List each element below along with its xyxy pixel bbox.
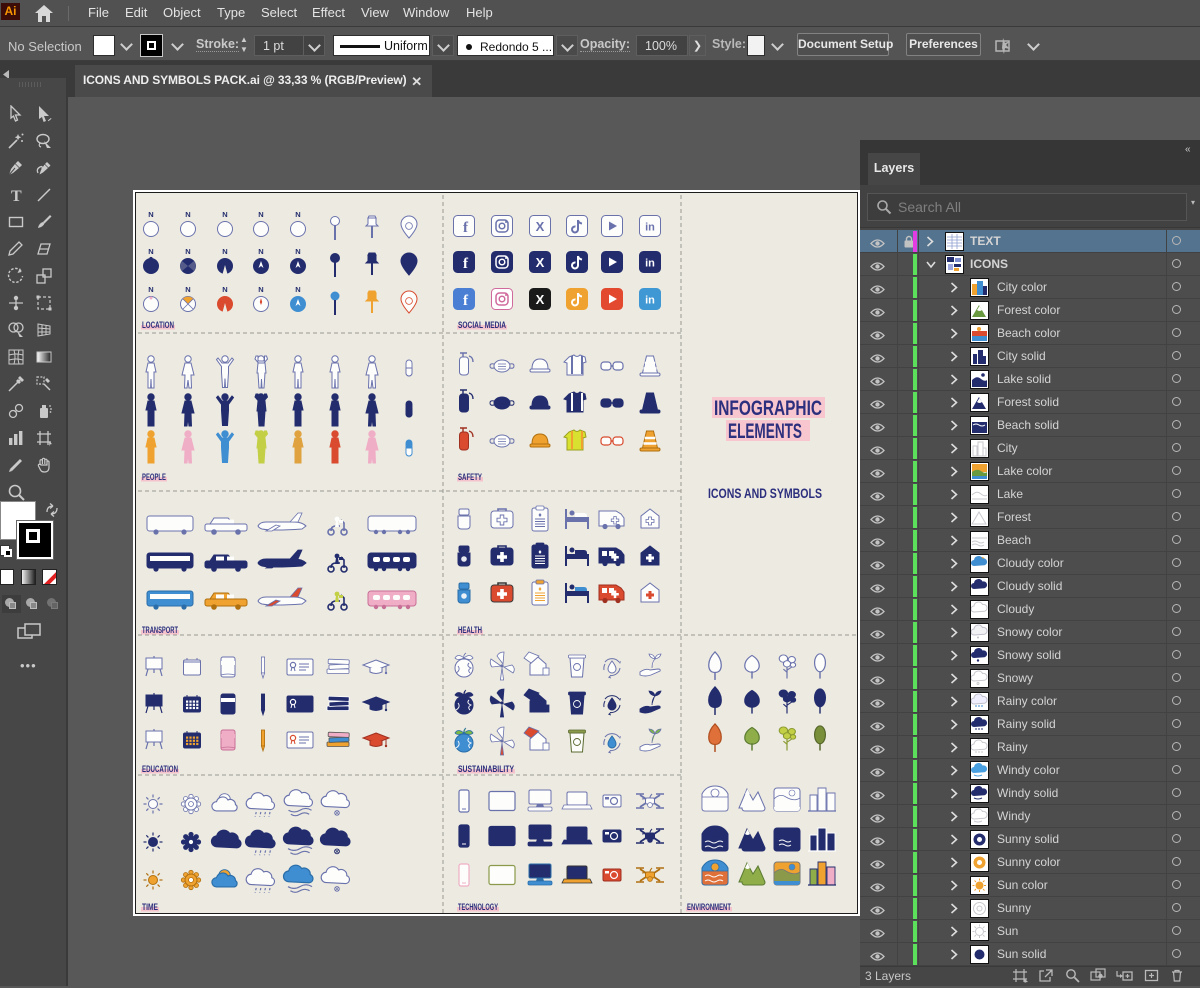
svg-text:T: T [11, 188, 22, 204]
svg-text:ICONS AND SYMBOLS: ICONS AND SYMBOLS [708, 485, 822, 501]
svg-text:N: N [185, 210, 190, 219]
svg-text:PEOPLE: PEOPLE [142, 472, 166, 482]
svg-text:N: N [222, 285, 227, 294]
svg-text:N: N [222, 210, 227, 219]
svg-text:N: N [295, 247, 300, 256]
svg-text:N: N [295, 210, 300, 219]
svg-text:X: X [536, 219, 545, 234]
svg-text:N: N [148, 210, 153, 219]
svg-text:in: in [645, 258, 655, 270]
svg-text:N: N [185, 285, 190, 294]
svg-text:N: N [258, 285, 263, 294]
svg-text:EDUCATION: EDUCATION [142, 764, 178, 774]
svg-text:HEALTH: HEALTH [458, 625, 482, 635]
svg-text:SUSTAINABILITY: SUSTAINABILITY [458, 764, 514, 774]
svg-text:TIME: TIME [142, 902, 158, 912]
svg-text:N: N [222, 247, 227, 256]
svg-text:SAFETY: SAFETY [458, 472, 482, 482]
svg-text:SOCIAL MEDIA: SOCIAL MEDIA [458, 320, 506, 330]
svg-text:ENVIRONMENT: ENVIRONMENT [687, 902, 731, 912]
svg-text:N: N [258, 210, 263, 219]
svg-text:INFOGRAPHIC: INFOGRAPHIC [714, 397, 822, 420]
svg-text:N: N [148, 247, 153, 256]
svg-text:LOCATION: LOCATION [142, 320, 174, 330]
svg-text:in: in [645, 295, 655, 307]
svg-text:TECHNOLOGY: TECHNOLOGY [458, 902, 498, 912]
svg-text:X: X [536, 255, 545, 270]
svg-text:TRANSPORT: TRANSPORT [142, 625, 178, 635]
svg-text:N: N [185, 247, 190, 256]
svg-text:N: N [148, 285, 153, 294]
svg-text:in: in [645, 222, 655, 234]
svg-text:X: X [536, 292, 545, 307]
svg-text:ELEMENTS: ELEMENTS [728, 420, 802, 443]
svg-text:N: N [295, 285, 300, 294]
svg-text:N: N [258, 247, 263, 256]
